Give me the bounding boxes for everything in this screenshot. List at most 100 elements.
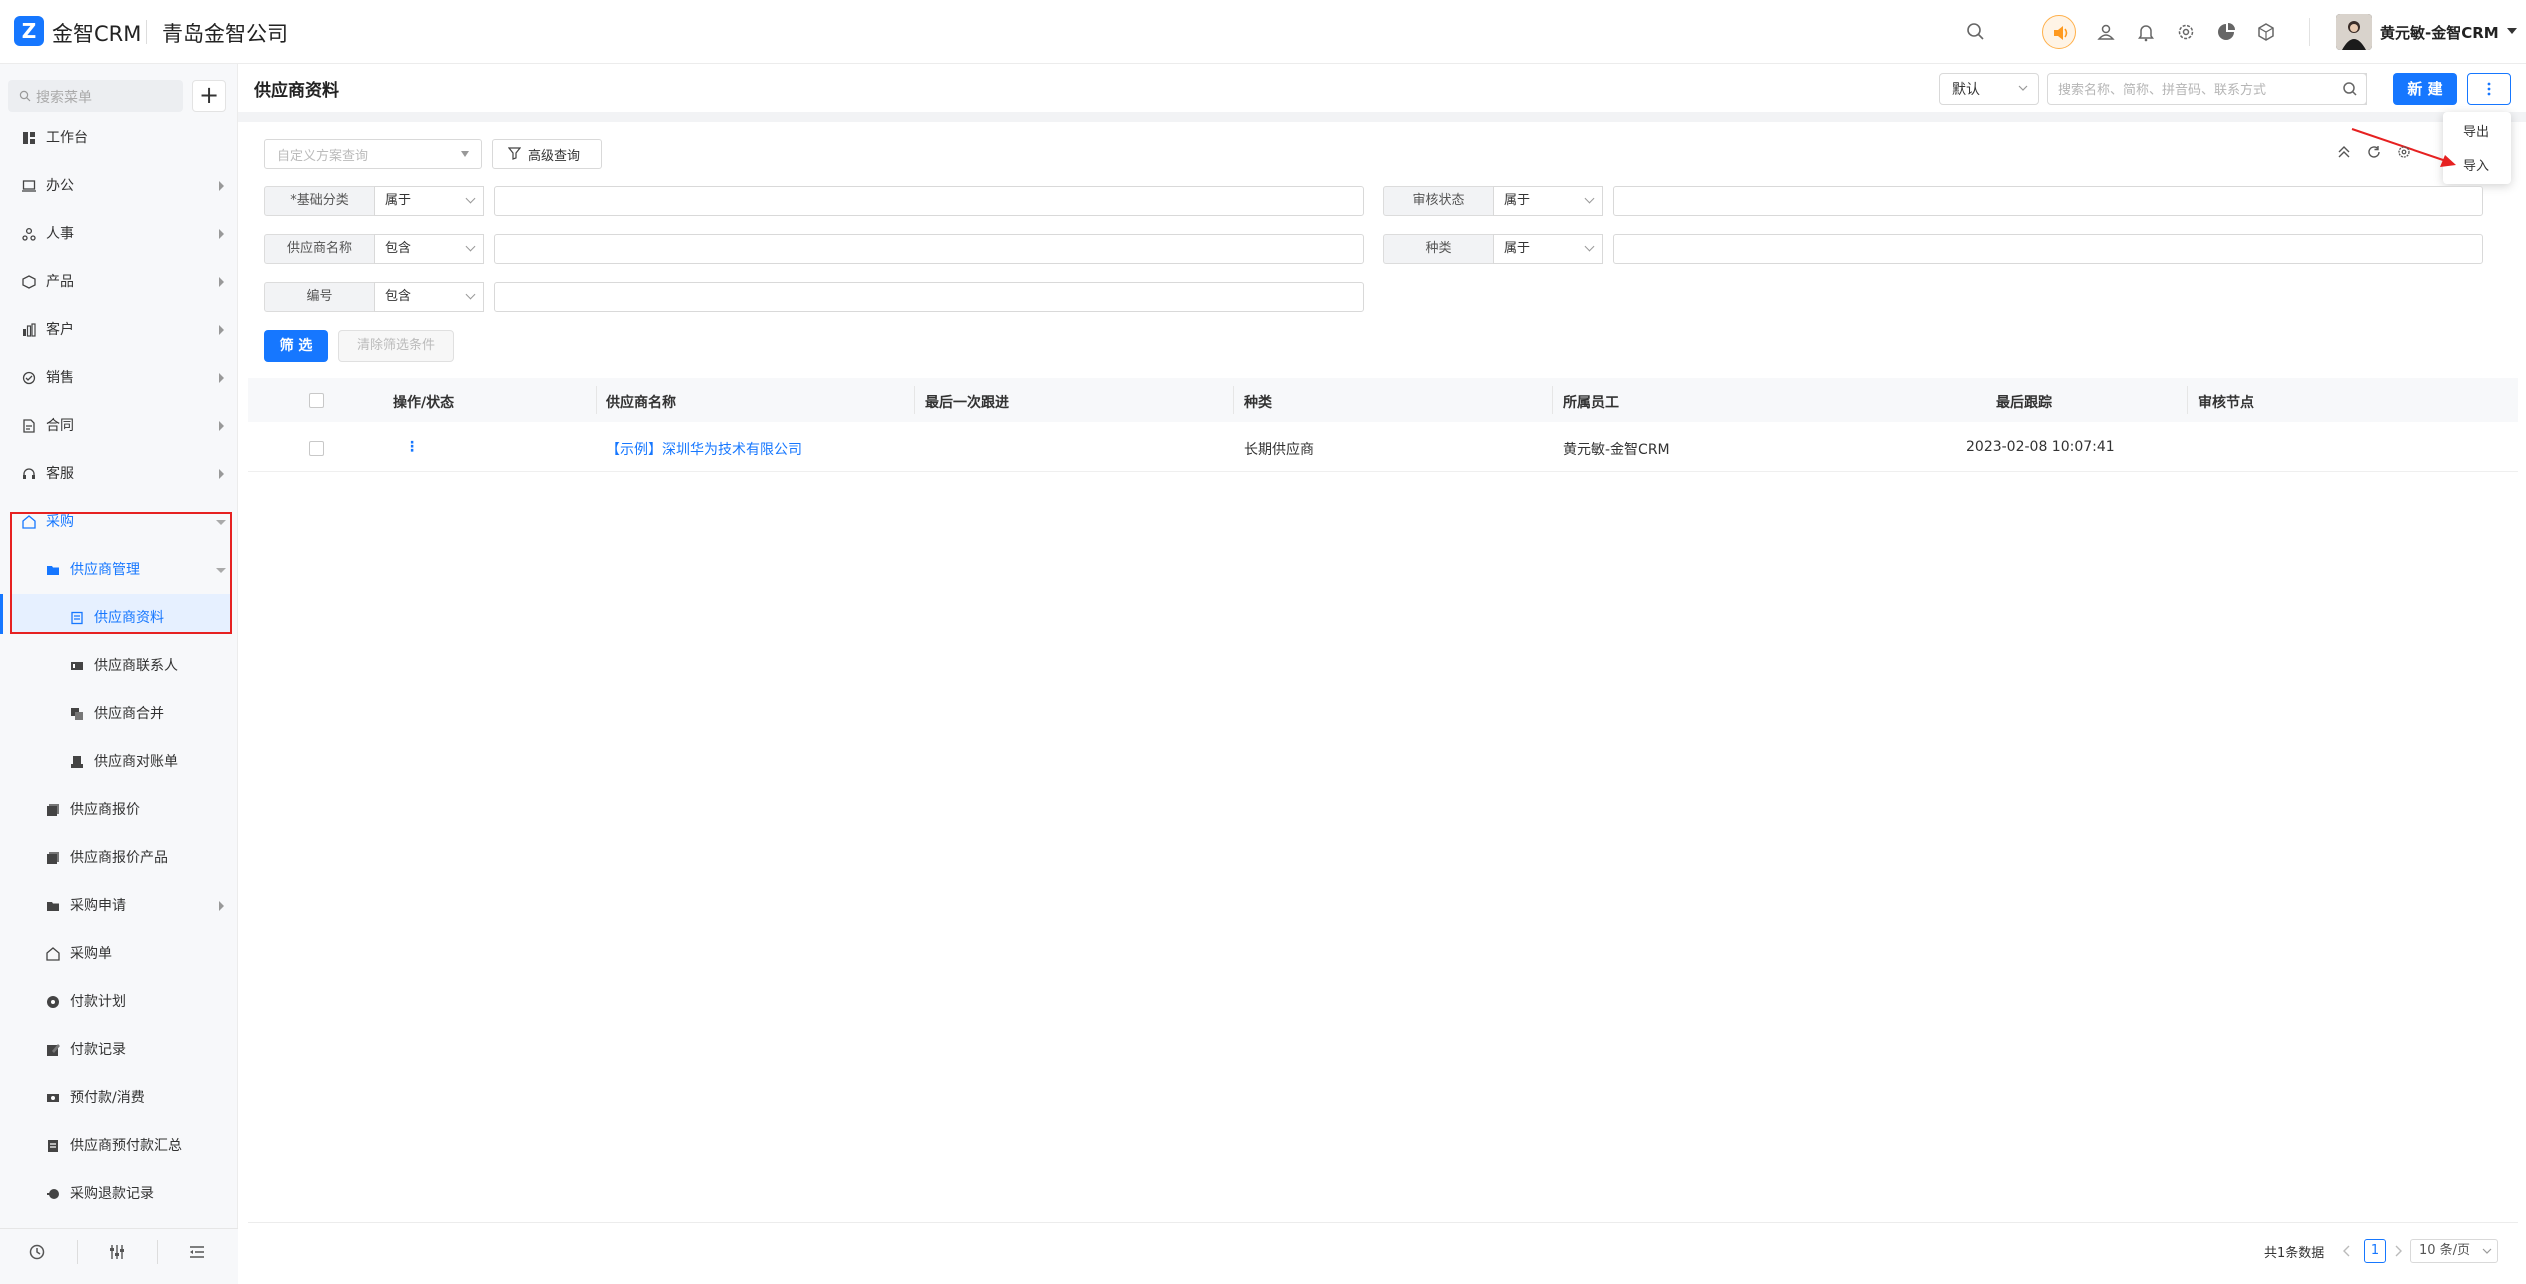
row-checkbox[interactable] — [309, 441, 324, 456]
row-actions-menu[interactable]: ⋮ — [405, 439, 419, 455]
column-header-last-followup[interactable]: 最后一次跟进 — [925, 392, 1009, 412]
id-card-icon — [71, 662, 83, 670]
pie-chart-icon[interactable] — [2214, 20, 2238, 44]
sidebar-item-service[interactable]: 客服 — [0, 450, 238, 498]
sidebar-item-supplier-statement[interactable]: 供应商对账单 — [0, 738, 238, 786]
filter-value-kind[interactable] — [1613, 234, 2483, 264]
speaker-icon[interactable] — [2042, 15, 2076, 49]
sidebar-item-label: 客服 — [46, 466, 74, 482]
prev-page-icon[interactable] — [2343, 1245, 2351, 1257]
export-menu-item[interactable]: 导出 — [2463, 121, 2489, 140]
sidebar-item-sales[interactable]: 销售 — [0, 354, 238, 402]
filter-value-category[interactable] — [494, 186, 1364, 216]
column-divider — [914, 386, 915, 414]
sidebar-item-label: 合同 — [46, 418, 74, 434]
filter-op-kind[interactable]: 属于 — [1493, 234, 1603, 264]
import-menu-item[interactable]: 导入 — [2463, 155, 2489, 174]
menu-search-input[interactable] — [8, 80, 183, 112]
divider — [146, 20, 147, 44]
refresh-icon[interactable] — [2367, 145, 2381, 159]
sidebar-item-purchase-order[interactable]: 采购单 — [0, 930, 238, 978]
search-icon — [2343, 82, 2357, 96]
filter-value-supplier-name[interactable] — [494, 234, 1364, 264]
collapse-up-icon[interactable] — [2337, 145, 2351, 159]
column-header-last-track[interactable]: 最后跟踪 — [1996, 392, 2052, 412]
chevron-right-icon — [219, 181, 224, 191]
sidebar-item-product[interactable]: 产品 — [0, 258, 238, 306]
folder-icon — [47, 902, 59, 911]
bell-icon[interactable] — [2134, 20, 2158, 44]
filter-label-category: *基础分类 — [264, 186, 375, 216]
sidebar-item-prepay-summary[interactable]: 供应商预付款汇总 — [0, 1122, 238, 1170]
filter-label-audit-status: 审核状态 — [1383, 186, 1494, 216]
sidebar-item-supplier-contacts[interactable]: 供应商联系人 — [0, 642, 238, 690]
highlight-box — [10, 512, 232, 634]
sidebar-item-payment-plan[interactable]: 付款计划 — [0, 978, 238, 1026]
supplier-name-link[interactable]: 【示例】深圳华为技术有限公司 — [606, 439, 802, 459]
filter-op-code[interactable]: 包含 — [374, 282, 484, 312]
history-icon[interactable] — [28, 1243, 46, 1261]
filter-op-category[interactable]: 属于 — [374, 186, 484, 216]
sidebar-item-payment-record[interactable]: 付款记录 — [0, 1026, 238, 1074]
filter-value-code[interactable] — [494, 282, 1364, 312]
product-icon — [22, 275, 36, 289]
select-all-checkbox[interactable] — [309, 393, 324, 408]
sidebar-item-label: 人事 — [46, 226, 74, 242]
clear-filter-button[interactable]: 清除筛选条件 — [338, 330, 454, 362]
sidebar-item-label: 销售 — [46, 370, 74, 386]
sidebar-item-hr[interactable]: 人事 — [0, 210, 238, 258]
cube-icon[interactable] — [2254, 20, 2278, 44]
advanced-query-label: 高级查询 — [528, 149, 581, 164]
search-button[interactable] — [2334, 73, 2367, 105]
sidebar-item-prepay[interactable]: 预付款/消费 — [0, 1074, 238, 1122]
sales-icon — [22, 371, 36, 385]
user-name[interactable]: 黄元敏-金智CRM — [2380, 22, 2499, 43]
table-row[interactable] — [248, 422, 2518, 472]
chevron-right-icon — [219, 901, 224, 911]
chevron-right-icon — [219, 421, 224, 431]
column-header-kind[interactable]: 种类 — [1244, 392, 1272, 412]
table-footer-divider — [248, 1222, 2518, 1223]
avatar[interactable] — [2336, 14, 2372, 50]
collapse-menu-icon[interactable] — [188, 1243, 206, 1261]
more-vertical-icon — [2487, 82, 2491, 96]
column-header-supplier-name[interactable]: 供应商名称 — [606, 392, 676, 412]
divider — [77, 1240, 78, 1264]
filter-button[interactable]: 筛 选 — [264, 330, 328, 362]
gear-icon[interactable] — [2174, 20, 2198, 44]
sidebar-item-contract[interactable]: 合同 — [0, 402, 238, 450]
menu-search-placeholder: 搜索菜单 — [36, 90, 92, 106]
filter-label-code: 编号 — [264, 282, 375, 312]
office-icon — [22, 180, 36, 192]
column-header-audit-node[interactable]: 审核节点 — [2198, 392, 2254, 412]
sidebar-item-customer[interactable]: 客户 — [0, 306, 238, 354]
filter-op-audit-status[interactable]: 属于 — [1493, 186, 1603, 216]
caret-down-icon — [461, 151, 469, 157]
settings-icon[interactable] — [2397, 145, 2411, 159]
chevron-down-icon[interactable] — [2506, 26, 2518, 36]
sidebar-item-supplier-merge[interactable]: 供应商合并 — [0, 690, 238, 738]
sidebar-item-purchase-request[interactable]: 采购申请 — [0, 882, 238, 930]
sidebar-item-office[interactable]: 办公 — [0, 162, 238, 210]
customer-icon — [23, 323, 36, 337]
filter-op-supplier-name[interactable]: 包含 — [374, 234, 484, 264]
contacts-icon[interactable] — [2094, 20, 2118, 44]
quote-product-icon — [47, 852, 59, 864]
sidebar-item-purchase-refund[interactable]: 采购退款记录 — [0, 1170, 238, 1218]
more-actions-button[interactable] — [2467, 73, 2511, 105]
page-number[interactable]: 1 — [2364, 1239, 2386, 1263]
add-menu-button[interactable]: + — [192, 80, 226, 112]
search-icon[interactable] — [1964, 20, 1988, 44]
sidebar-item-dashboard[interactable]: 工作台 — [0, 114, 238, 162]
contract-icon — [23, 419, 35, 433]
sliders-icon[interactable] — [108, 1243, 126, 1261]
sidebar-item-supplier-quote-product[interactable]: 供应商报价产品 — [0, 834, 238, 882]
next-page-icon[interactable] — [2394, 1245, 2402, 1257]
sidebar-item-supplier-quote[interactable]: 供应商报价 — [0, 786, 238, 834]
brand-name: 金智CRM — [52, 22, 142, 46]
column-header-employee[interactable]: 所属员工 — [1563, 392, 1619, 412]
column-divider — [596, 386, 597, 414]
filter-value-audit-status[interactable] — [1613, 186, 2483, 216]
sidebar-item-label: 产品 — [46, 274, 74, 290]
new-button[interactable]: 新 建 — [2393, 73, 2457, 105]
